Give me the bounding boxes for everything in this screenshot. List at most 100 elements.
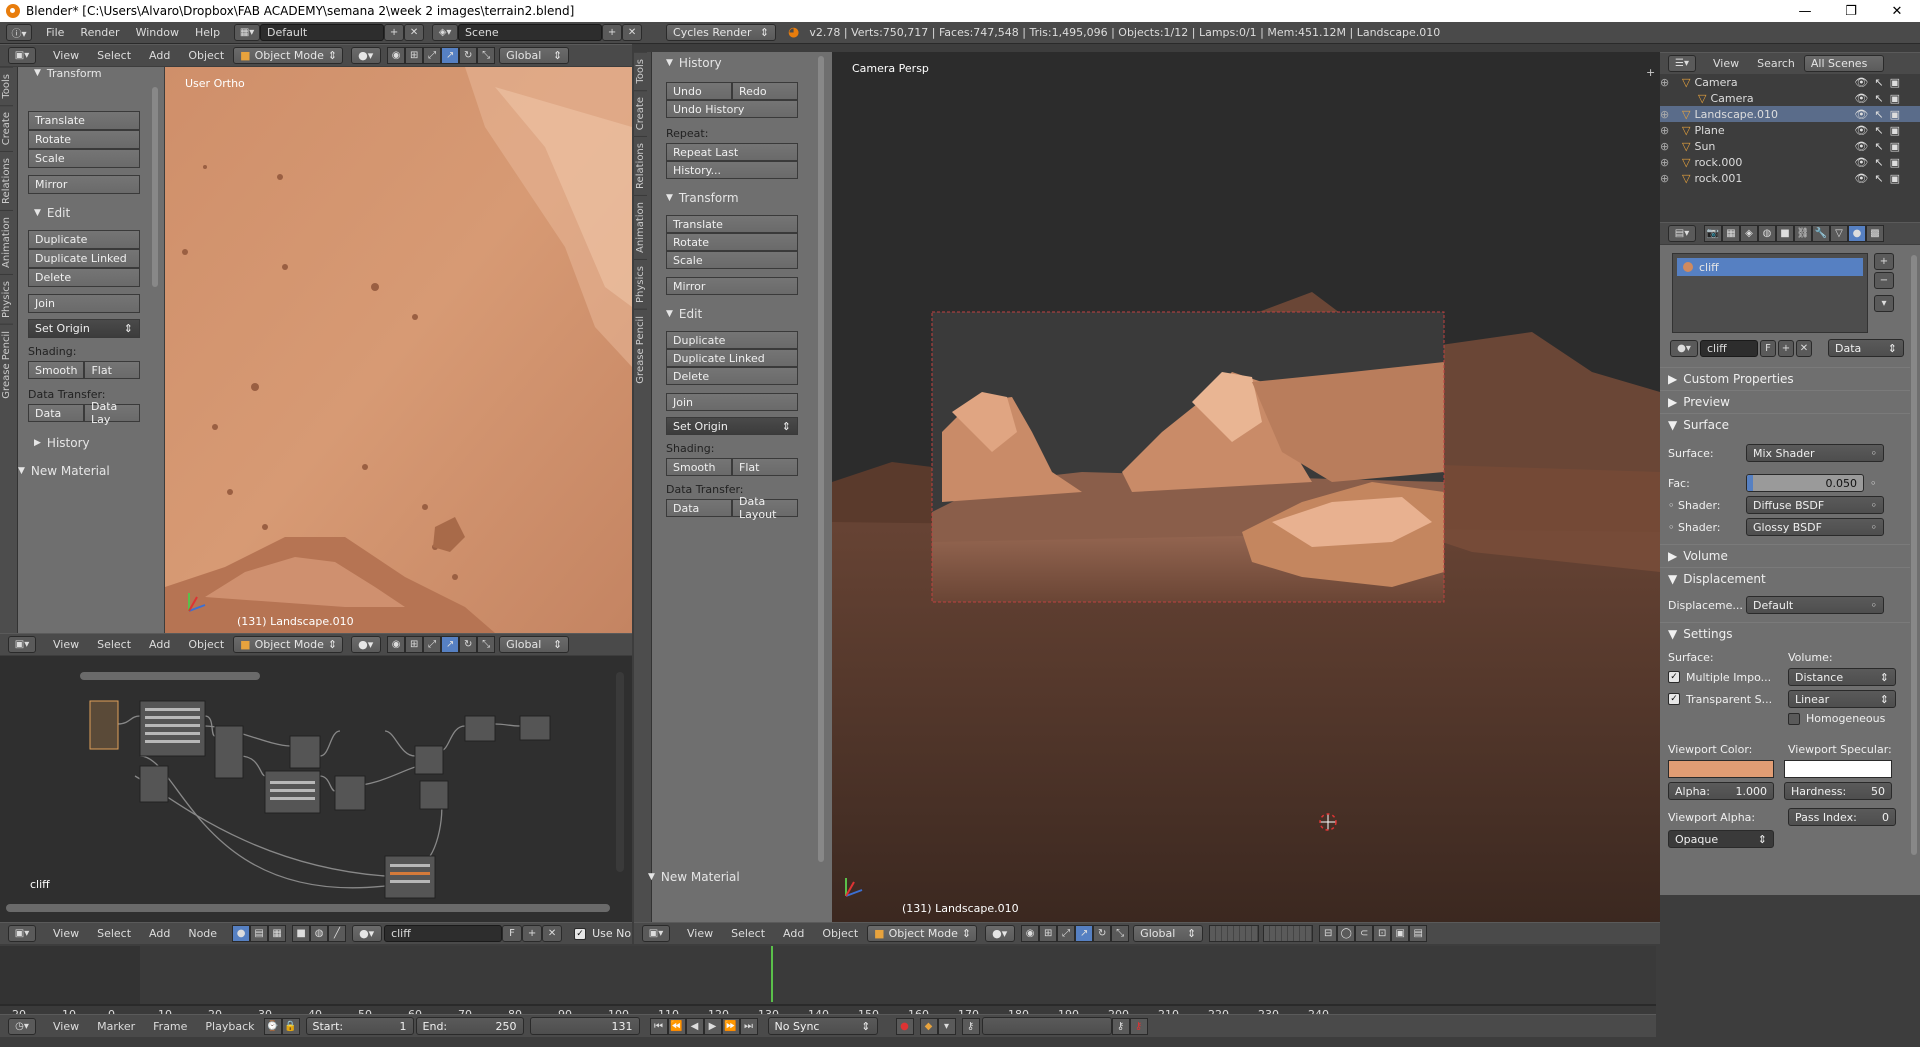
insert-keyframe-icon[interactable]: ⚷ bbox=[1111, 1017, 1130, 1035]
material-tab-icon[interactable]: ● bbox=[1848, 225, 1866, 242]
tab-relations[interactable]: Relations bbox=[634, 135, 647, 195]
shading-select[interactable]: ●▾ bbox=[351, 47, 382, 64]
editor-type-icon[interactable]: ▣▾ bbox=[8, 636, 36, 653]
fake-user-button[interactable]: F bbox=[502, 925, 523, 942]
scene-tab-icon[interactable]: ◈ bbox=[1740, 225, 1758, 242]
world-tab-icon[interactable]: ◍ bbox=[1758, 225, 1776, 242]
menu-playback[interactable]: Playback bbox=[196, 1020, 263, 1033]
compositor-icon[interactable]: ▤ bbox=[250, 925, 269, 942]
menu-view[interactable]: View bbox=[44, 927, 88, 940]
render-engine-select[interactable]: Cycles Render ⇕ bbox=[666, 24, 777, 41]
homogeneous-checkbox[interactable] bbox=[1788, 712, 1800, 725]
volume-section[interactable]: ▶ Volume bbox=[1660, 544, 1910, 567]
layers-grid-2[interactable] bbox=[1263, 925, 1314, 942]
menu-view[interactable]: View bbox=[678, 927, 722, 940]
outliner-item[interactable]: ⊕ ▽ Sun 👁↖▣ bbox=[1660, 138, 1920, 154]
lock-layers-icon[interactable]: ⊟ bbox=[1319, 925, 1338, 942]
material-name-field[interactable]: cliff bbox=[1700, 339, 1758, 357]
smooth-button[interactable]: Smooth bbox=[28, 361, 85, 379]
link-select[interactable]: Data ⇕ bbox=[1828, 339, 1904, 357]
transform-panel-title[interactable]: ▼ Transform bbox=[660, 187, 804, 209]
flat-button[interactable]: Flat bbox=[732, 458, 798, 476]
slot-specials-icon[interactable]: ▾ bbox=[1874, 295, 1894, 312]
modifiers-tab-icon[interactable]: 🔧 bbox=[1812, 225, 1830, 242]
menu-select[interactable]: Select bbox=[722, 927, 774, 940]
duplicate-button[interactable]: Duplicate bbox=[666, 331, 798, 349]
tab-create[interactable]: Create bbox=[634, 89, 647, 136]
opengl-render-icon[interactable]: ▤ bbox=[1409, 925, 1428, 942]
tab-physics[interactable]: Physics bbox=[634, 258, 647, 309]
scroll-thumb[interactable] bbox=[152, 87, 158, 287]
middle-tool-scrollbar[interactable] bbox=[816, 56, 826, 862]
line-style-icon[interactable]: ╱ bbox=[328, 925, 347, 942]
use-nodes-checkbox[interactable]: ✓ bbox=[574, 927, 587, 940]
rotate-icon[interactable]: ↻ bbox=[459, 636, 478, 653]
rotate-button[interactable]: Rotate bbox=[666, 233, 798, 251]
scale-icon[interactable]: ⤡ bbox=[477, 47, 496, 64]
visibility-icons[interactable]: 👁↖▣ bbox=[1854, 140, 1906, 153]
displacement-section[interactable]: ▼ Displacement bbox=[1660, 567, 1910, 590]
material-slot-item[interactable]: cliff bbox=[1677, 258, 1863, 276]
scroll-thumb[interactable] bbox=[1911, 255, 1917, 855]
menu-view[interactable]: View bbox=[44, 49, 88, 62]
surface-shader-select[interactable]: Mix Shader ◦ bbox=[1746, 444, 1884, 462]
outliner-item[interactable]: ⊕ ▽ rock.001 👁↖▣ bbox=[1660, 170, 1920, 186]
tab-tools[interactable]: Tools bbox=[634, 52, 647, 90]
transform-panel-title[interactable]: ▼ Transform bbox=[28, 67, 140, 79]
outliner-editor-icon[interactable]: ☰▾ bbox=[1668, 55, 1696, 72]
record-icon[interactable]: ● bbox=[895, 1017, 914, 1035]
menu-select[interactable]: Select bbox=[88, 638, 140, 651]
custom-properties-section[interactable]: ▶ Custom Properties bbox=[1660, 367, 1910, 390]
data-button[interactable]: Data bbox=[666, 499, 732, 517]
snap-icon[interactable]: ⊞ bbox=[405, 636, 424, 653]
alpha-field[interactable]: Alpha: 1.000 bbox=[1668, 782, 1774, 800]
delete-button[interactable]: Delete bbox=[28, 268, 140, 287]
add-layout-icon[interactable]: + bbox=[384, 24, 405, 41]
orientation-select[interactable]: Global ⇕ bbox=[499, 636, 570, 653]
middle-new-material-title[interactable]: ▼ New Material bbox=[642, 866, 746, 888]
multiple-importance-checkbox[interactable]: ✓ bbox=[1668, 671, 1680, 683]
join-button[interactable]: Join bbox=[666, 393, 798, 411]
fac-slider[interactable]: 0.050 bbox=[1746, 474, 1864, 492]
outliner-item[interactable]: ⊕ ▽ rock.000 👁↖▣ bbox=[1660, 154, 1920, 170]
tab-animation[interactable]: Animation bbox=[0, 209, 13, 274]
menu-select[interactable]: Select bbox=[88, 927, 140, 940]
properties-scrollbar[interactable] bbox=[1910, 245, 1918, 885]
scale-button[interactable]: Scale bbox=[28, 149, 140, 168]
viewport-color-swatch[interactable] bbox=[1668, 760, 1774, 778]
menu-view[interactable]: View bbox=[44, 1020, 88, 1033]
material-name-field[interactable]: cliff bbox=[384, 925, 503, 942]
snap-icon[interactable]: ⊞ bbox=[405, 47, 424, 64]
menu-help[interactable]: Help bbox=[187, 26, 228, 39]
editor-type-icon[interactable]: ▣▾ bbox=[8, 47, 36, 64]
prev-keyframe-icon[interactable]: ⏪ bbox=[667, 1017, 686, 1035]
translate-button[interactable]: Translate bbox=[666, 215, 798, 233]
join-button[interactable]: Join bbox=[28, 294, 140, 313]
menu-window[interactable]: Window bbox=[128, 26, 187, 39]
expand-icon[interactable]: ⊕ bbox=[1660, 156, 1682, 169]
rotate-icon[interactable]: ↻ bbox=[459, 47, 478, 64]
remove-layout-icon[interactable]: ✕ bbox=[404, 24, 425, 41]
menu-node[interactable]: Node bbox=[179, 927, 226, 940]
current-frame-cursor[interactable] bbox=[771, 946, 773, 1002]
rotate-icon[interactable]: ↻ bbox=[1093, 925, 1112, 942]
outliner-item[interactable]: ▽ Camera 👁↖▣ bbox=[1660, 90, 1920, 106]
history-dots-button[interactable]: History... bbox=[666, 161, 798, 179]
tab-grease-pencil[interactable]: Grease Pencil bbox=[0, 323, 13, 405]
menu-view[interactable]: View bbox=[1704, 57, 1748, 70]
mode-select[interactable]: ■ Object Mode ⇕ bbox=[233, 47, 344, 64]
minimize-button[interactable]: — bbox=[1782, 0, 1828, 22]
node-editor-v-scroll[interactable] bbox=[616, 672, 624, 872]
end-frame-field[interactable]: End: 250 bbox=[415, 1017, 524, 1035]
sync-select[interactable]: No Sync ⇕ bbox=[767, 1017, 878, 1035]
menu-object[interactable]: Object bbox=[179, 49, 233, 62]
next-keyframe-icon[interactable]: ⏩ bbox=[721, 1017, 740, 1035]
tab-tools[interactable]: Tools bbox=[0, 67, 13, 105]
translate-icon[interactable]: ↗ bbox=[1075, 925, 1094, 942]
menu-view[interactable]: View bbox=[44, 638, 88, 651]
material-browse[interactable]: ●▾ bbox=[352, 925, 383, 942]
menu-add[interactable]: Add bbox=[774, 927, 813, 940]
close-button[interactable]: ✕ bbox=[1874, 0, 1920, 22]
flat-button[interactable]: Flat bbox=[84, 361, 140, 379]
smooth-button[interactable]: Smooth bbox=[666, 458, 732, 476]
